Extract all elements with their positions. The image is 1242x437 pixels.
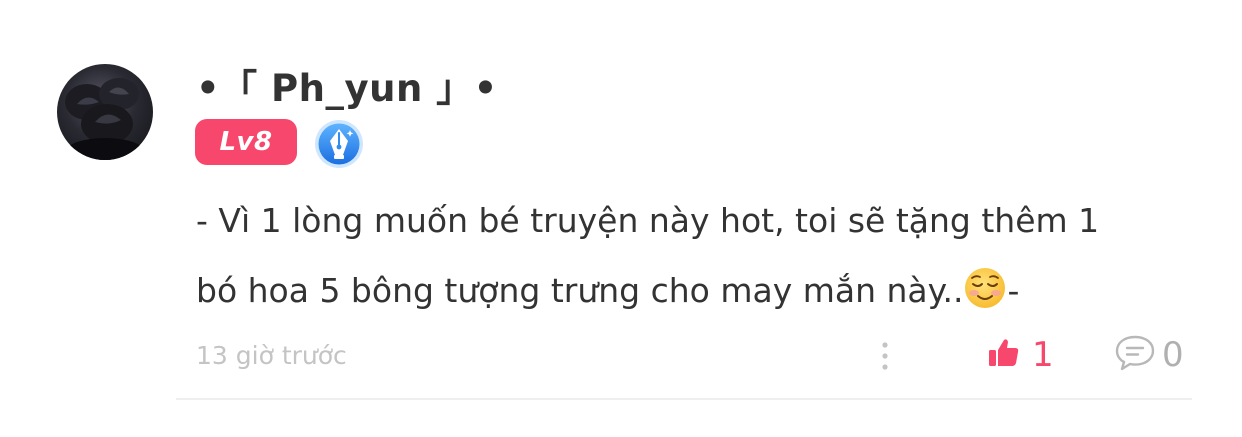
smiling-face-icon: [963, 264, 1007, 308]
more-options-icon[interactable]: [876, 339, 894, 373]
comment-text-line-2: bó hoa 5 bông tượng trưng cho may mắn nà…: [196, 256, 1186, 326]
divider: [176, 398, 1192, 400]
reply-button[interactable]: 0: [1114, 335, 1184, 375]
reply-count: 0: [1162, 335, 1184, 375]
like-button[interactable]: 1: [986, 335, 1054, 375]
comment-text-line-2-body: bó hoa 5 bông tượng trưng cho may mắn nà…: [196, 271, 964, 310]
speech-bubble-icon: [1114, 333, 1156, 377]
comment-item: •「 Ph_yun 」• Lv8 - Vì 1 lòng muốn bé tru…: [0, 0, 1242, 437]
pen-nib-badge-icon: [314, 119, 364, 169]
timestamp: 13 giờ trước: [196, 341, 347, 370]
comment-text-line-1: - Vì 1 lòng muốn bé truyện này hot, toi …: [196, 201, 1100, 240]
comment-text-suffix: -: [1007, 271, 1020, 310]
comment-footer: 13 giờ trước 1 0: [196, 333, 1186, 377]
like-count: 1: [1032, 335, 1054, 375]
avatar[interactable]: [57, 64, 153, 160]
comment-text: - Vì 1 lòng muốn bé truyện này hot, toi …: [196, 186, 1186, 326]
level-badge: Lv8: [195, 119, 297, 165]
thumbs-up-icon: [986, 335, 1022, 375]
username[interactable]: •「 Ph_yun 」•: [196, 58, 498, 112]
